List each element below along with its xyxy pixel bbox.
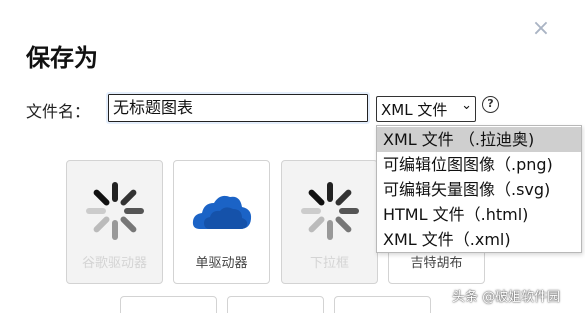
format-select-value: XML 文件 [381,101,448,119]
watermark: 头条 @破姐软件园 [452,290,561,305]
onedrive-cloud-icon [192,195,252,229]
tile-label: 单驱动器 [195,256,248,271]
filename-input[interactable]: 无标题图表 [106,92,370,124]
close-icon[interactable]: × [530,18,552,40]
tile-label: 下拉框 [309,256,349,271]
help-icon[interactable]: ? [482,96,499,113]
format-option[interactable]: XML 文件（.xml) [377,227,581,252]
storage-tile-onedrive[interactable]: 单驱动器 [173,160,270,284]
storage-tile-dropbox[interactable]: 下拉框 [281,160,378,284]
filename-label: 文件名： [26,102,91,121]
format-option[interactable]: 可编辑位图图像（.png) [377,152,581,177]
spinner-icon [86,182,144,240]
storage-tile[interactable] [227,296,324,313]
tile-label: 吉特胡布 [410,256,463,271]
tile-label: 谷歌驱动器 [81,256,147,271]
storage-tile[interactable] [120,296,217,313]
storage-tile[interactable] [334,296,431,313]
format-option[interactable]: 可编辑矢量图像（.svg) [377,177,581,202]
save-as-dialog: × 保存为 文件名： 无标题图表 XML 文件 ⌄ ? 谷歌驱动器 单驱动器 下… [0,0,585,313]
storage-tile-google-drive[interactable]: 谷歌驱动器 [66,160,163,284]
format-option[interactable]: HTML 文件（.html) [377,202,581,227]
dialog-title: 保存为 [26,44,98,72]
format-select[interactable]: XML 文件 ⌄ [376,96,476,122]
format-option[interactable]: XML 文件 （.拉迪奥) [377,127,581,152]
chevron-down-icon: ⌄ [461,98,472,113]
format-dropdown-list: XML 文件 （.拉迪奥) 可编辑位图图像（.png) 可编辑矢量图像（.svg… [376,125,582,253]
spinner-icon [301,182,359,240]
